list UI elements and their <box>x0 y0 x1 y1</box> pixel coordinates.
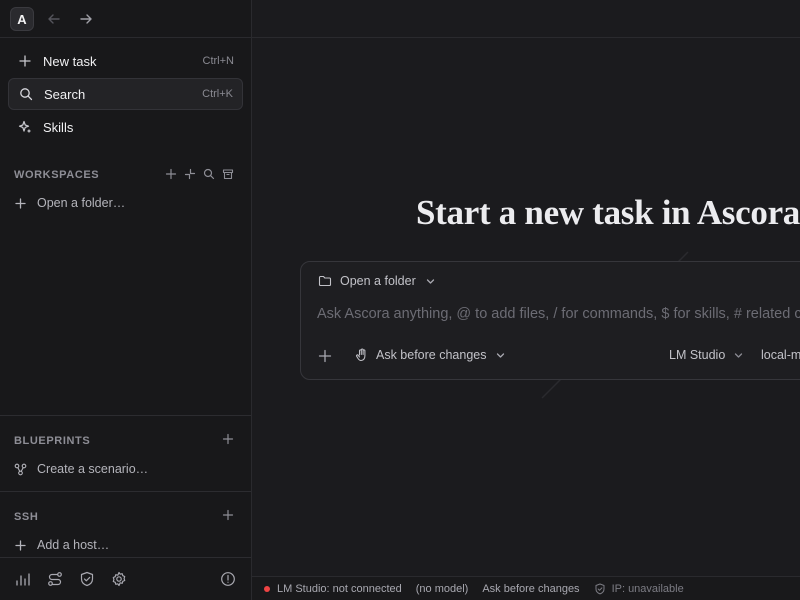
folder-label: Open a folder <box>340 274 416 288</box>
sidebar-bottom-bar <box>0 557 251 600</box>
composer-actions: Ask before changes LM Studio local-model <box>301 346 800 370</box>
connection-status[interactable]: LM Studio: not connected <box>277 583 402 595</box>
new-task-label: New task <box>43 53 97 69</box>
sidebar-topbar: A <box>0 0 251 38</box>
composer: Open a folder Ask before changes LM Stud… <box>300 261 800 380</box>
sparkle-icon <box>18 120 31 133</box>
permission-mode-label: Ask before changes <box>376 348 487 362</box>
archive-icon[interactable] <box>222 168 234 180</box>
workspaces-header: WORKSPACES <box>14 169 100 181</box>
new-task-shortcut: Ctrl+N <box>202 55 234 67</box>
new-task-button[interactable]: New task Ctrl+N <box>8 45 243 77</box>
provider-dropdown[interactable]: LM Studio <box>669 348 744 362</box>
provider-label: LM Studio <box>669 348 726 362</box>
chevron-down-icon <box>496 352 504 358</box>
info-icon[interactable] <box>220 571 236 587</box>
permission-mode-dropdown[interactable]: Ask before changes <box>355 348 506 362</box>
add-host-item[interactable]: Add a host… <box>14 538 109 552</box>
chevron-down-icon <box>426 278 434 284</box>
shield-icon <box>595 583 605 594</box>
gear-icon[interactable] <box>111 571 127 587</box>
shield-check-icon[interactable] <box>79 571 95 587</box>
open-folder-label: Open a folder… <box>37 196 126 210</box>
open-folder-item[interactable]: Open a folder… <box>14 196 125 210</box>
skills-label: Skills <box>43 119 74 135</box>
bar-chart-icon[interactable] <box>15 571 31 587</box>
model-dropdown[interactable]: local-model <box>761 348 800 362</box>
status-bar: LM Studio: not connected (no model) Ask … <box>252 576 800 600</box>
divider <box>0 415 251 416</box>
collapse-icon[interactable] <box>184 168 196 180</box>
search-shortcut: Ctrl+K <box>202 88 233 100</box>
search-button[interactable]: Search Ctrl+K <box>8 78 243 110</box>
app-logo[interactable]: A <box>10 7 34 31</box>
main-topbar <box>252 0 800 38</box>
ssh-header: SSH <box>14 511 39 523</box>
sidebar: A New task Ctrl+N Search Ctrl+K Skills W… <box>0 0 252 600</box>
workspaces-actions <box>165 168 234 180</box>
add-host-label: Add a host… <box>37 538 110 552</box>
prompt-input[interactable] <box>317 302 800 326</box>
connection-status-dot <box>264 585 270 592</box>
page-title: Start a new task in Ascora <box>416 193 800 232</box>
attach-plus-icon[interactable] <box>318 349 332 363</box>
search-label: Search <box>44 86 86 102</box>
model-status[interactable]: (no model) <box>416 583 469 595</box>
arrow-left-icon[interactable] <box>46 11 62 27</box>
arrow-right-icon[interactable] <box>78 11 94 27</box>
plus-icon <box>15 539 26 551</box>
search-workspaces-icon[interactable] <box>203 168 215 180</box>
add-blueprint-icon[interactable] <box>222 433 234 445</box>
blueprint-icon <box>14 463 27 475</box>
ip-status: IP: unavailable <box>611 582 684 595</box>
add-workspace-icon[interactable] <box>165 168 177 180</box>
blueprints-header: BLUEPRINTS <box>14 435 91 447</box>
hand-icon <box>356 348 366 362</box>
mode-status[interactable]: Ask before changes <box>482 583 579 595</box>
plus-icon <box>15 197 26 209</box>
add-ssh-icon[interactable] <box>222 509 234 521</box>
chevron-down-icon <box>735 352 743 358</box>
create-scenario-label: Create a scenario… <box>37 462 149 476</box>
skills-button[interactable]: Skills <box>8 111 243 143</box>
search-icon <box>20 88 33 101</box>
folder-icon <box>318 275 332 287</box>
workflow-icon[interactable] <box>47 571 63 587</box>
open-folder-button[interactable]: Open a folder <box>318 274 436 288</box>
create-scenario-item[interactable]: Create a scenario… <box>14 462 148 476</box>
divider <box>0 491 251 492</box>
plus-icon <box>19 55 31 67</box>
